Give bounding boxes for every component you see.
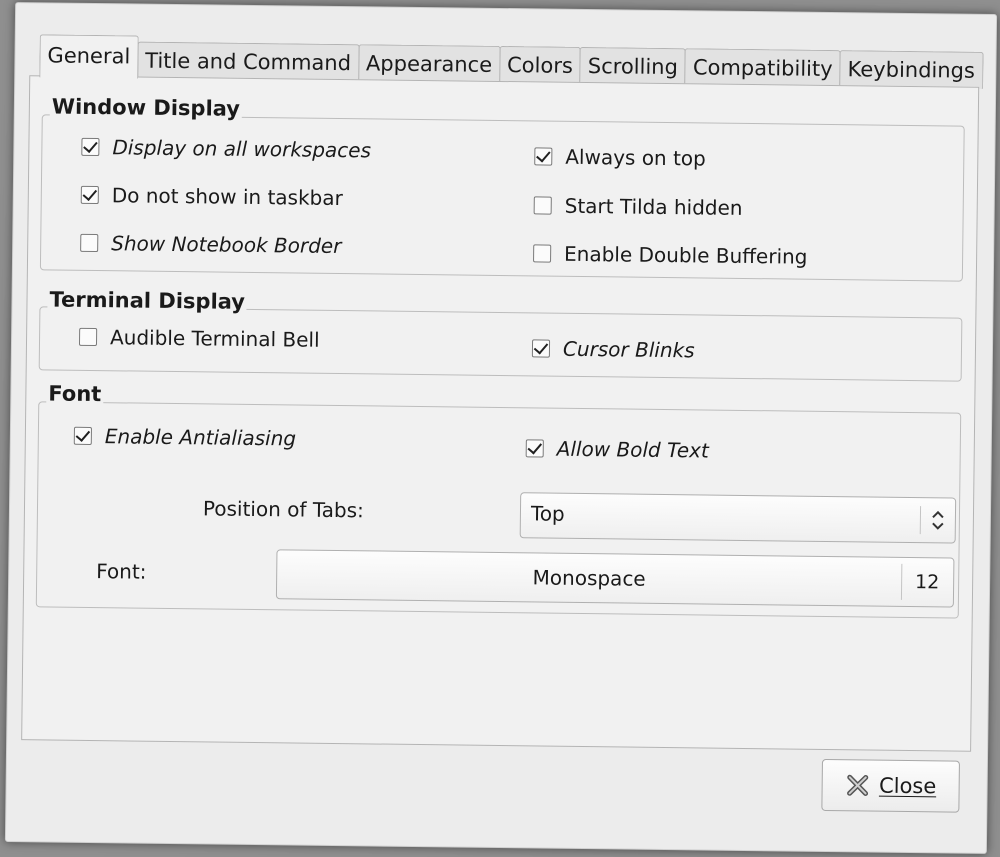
close-button[interactable]: Close xyxy=(821,758,960,813)
tab-compatibility[interactable]: Compatibility xyxy=(684,48,841,88)
font-size: 12 xyxy=(914,571,940,594)
audible-bell-label: Audible Terminal Bell xyxy=(109,325,320,352)
cursor-blinks-checkbox[interactable]: Cursor Blinks xyxy=(531,336,695,363)
window-display-title: Window Display xyxy=(49,94,243,121)
cursor-blinks-label: Cursor Blinks xyxy=(562,336,695,363)
start-hidden-checkbox[interactable]: Start Tilda hidden xyxy=(533,193,743,220)
checkbox-indicator xyxy=(531,339,551,358)
checkbox-indicator xyxy=(81,137,100,157)
display-all-workspaces-label: Display on all workspaces xyxy=(112,135,372,163)
notebook-border-checkbox[interactable]: Show Notebook Border xyxy=(80,231,342,259)
tabs-position-select[interactable]: Top xyxy=(519,492,957,544)
close-label: Close xyxy=(878,773,937,799)
close-icon xyxy=(847,774,869,796)
notebook-border-label: Show Notebook Border xyxy=(111,231,342,259)
tab-panel-general: Window Display Display on all workspaces… xyxy=(21,75,980,752)
display-all-workspaces-checkbox[interactable]: Display on all workspaces xyxy=(81,135,372,163)
tab-general[interactable]: General xyxy=(39,34,139,79)
terminal-display-title: Terminal Display xyxy=(47,287,248,314)
tab-colors[interactable]: Colors xyxy=(498,45,582,84)
always-on-top-label: Always on top xyxy=(565,144,706,171)
checkbox-indicator xyxy=(533,244,552,263)
tab-scrolling[interactable]: Scrolling xyxy=(579,46,687,86)
audible-bell-checkbox[interactable]: Audible Terminal Bell xyxy=(78,325,320,352)
not-in-taskbar-checkbox[interactable]: Do not show in taskbar xyxy=(80,183,343,211)
antialiasing-checkbox[interactable]: Enable Antialiasing xyxy=(73,424,297,451)
double-buffering-checkbox[interactable]: Enable Double Buffering xyxy=(533,241,808,269)
always-on-top-checkbox[interactable]: Always on top xyxy=(534,144,706,170)
bold-text-checkbox[interactable]: Allow Bold Text xyxy=(525,436,709,463)
checkbox-indicator xyxy=(80,233,99,253)
tabs-position-label: Position of Tabs: xyxy=(202,496,365,523)
preferences-dialog: General Title and Command Appearance Col… xyxy=(4,2,998,854)
checkbox-indicator xyxy=(533,196,552,215)
checkbox-indicator xyxy=(525,439,544,458)
font-name: Monospace xyxy=(532,565,646,591)
font-label: Font: xyxy=(96,559,147,584)
bold-text-label: Allow Bold Text xyxy=(556,436,709,463)
checkbox-indicator xyxy=(80,185,99,205)
font-chooser-button[interactable]: Monospace 12 xyxy=(275,549,955,608)
checkbox-indicator xyxy=(534,147,553,166)
up-down-arrows-icon xyxy=(932,510,944,530)
checkbox-indicator xyxy=(73,426,92,446)
double-buffering-label: Enable Double Buffering xyxy=(563,241,808,269)
tab-keybindings[interactable]: Keybindings xyxy=(839,50,984,89)
tab-appearance[interactable]: Appearance xyxy=(357,44,501,83)
combo-separator xyxy=(919,506,922,535)
antialiasing-label: Enable Antialiasing xyxy=(104,424,297,451)
tab-title-and-command[interactable]: Title and Command xyxy=(137,41,360,82)
start-hidden-label: Start Tilda hidden xyxy=(564,193,743,220)
font-section-title: Font xyxy=(46,381,104,407)
checkbox-indicator xyxy=(78,327,98,347)
tabs-position-value: Top xyxy=(530,501,565,526)
not-in-taskbar-label: Do not show in taskbar xyxy=(111,183,343,211)
